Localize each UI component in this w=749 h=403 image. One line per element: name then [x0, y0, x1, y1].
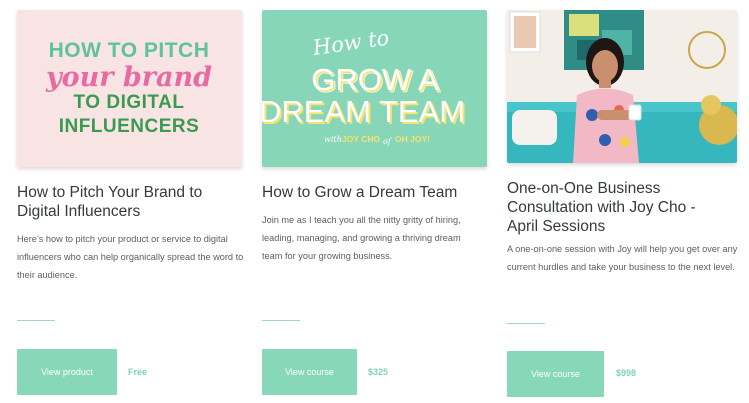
product-image-consultation-photo[interactable] [507, 10, 737, 163]
product-image-pitch-brand[interactable]: HOW TO PITCH your brand TO DIGITAL INFLU… [17, 10, 242, 167]
price-label: $998 [616, 368, 637, 378]
view-course-button[interactable]: View course [262, 349, 357, 395]
byline-of: of [383, 137, 393, 146]
consultation-description: A one-on-one session with Joy will help … [507, 244, 738, 272]
pitch-line-2: your brand [45, 62, 212, 93]
product-card-1: HOW TO PITCH your brand TO DIGITAL INFLU… [17, 0, 243, 403]
byline-brand: OH JOY! [395, 134, 430, 144]
dream-line-3: DREAM TEAM [262, 94, 465, 129]
pitch-line-3: TO DIGITAL [74, 92, 185, 113]
product-card-3: One-on-One Business Consultation with Jo… [507, 0, 739, 403]
divider [17, 320, 55, 321]
pitch-brand-graphic: HOW TO PITCH your brand TO DIGITAL INFLU… [45, 39, 212, 137]
dream-line-2: GROW A [311, 62, 439, 97]
product-title[interactable]: How to Pitch Your Brand to Digital Influ… [17, 183, 242, 221]
divider [262, 320, 300, 321]
portrait-photo [507, 10, 737, 163]
price-label: Free [128, 367, 148, 377]
dream-team-graphic: How to GROW A GROW A DREAM TEAM DREAM TE… [262, 26, 467, 146]
course-description: Join me as I teach you all the nitty gri… [262, 215, 461, 261]
product-card-2: How to GROW A GROW A DREAM TEAM DREAM TE… [262, 0, 487, 403]
product-image-dream-team[interactable]: How to GROW A GROW A DREAM TEAM DREAM TE… [262, 10, 487, 167]
consultation-title[interactable]: One-on-One Business Consultation with Jo… [507, 179, 722, 236]
byline-name: JOY CHO [342, 134, 380, 144]
product-description: Here’s how to pitch your product or serv… [17, 234, 244, 280]
divider [507, 323, 545, 324]
pitch-line-1: HOW TO PITCH [49, 39, 210, 62]
price-label: $325 [368, 367, 389, 377]
pitch-line-4: INFLUENCERS [59, 116, 200, 137]
view-product-button[interactable]: View product [17, 349, 117, 395]
dream-line-1: How to [310, 26, 390, 61]
course-title[interactable]: How to Grow a Dream Team [262, 183, 487, 202]
view-course-button[interactable]: View course [507, 351, 604, 397]
byline-with: with [324, 135, 342, 144]
